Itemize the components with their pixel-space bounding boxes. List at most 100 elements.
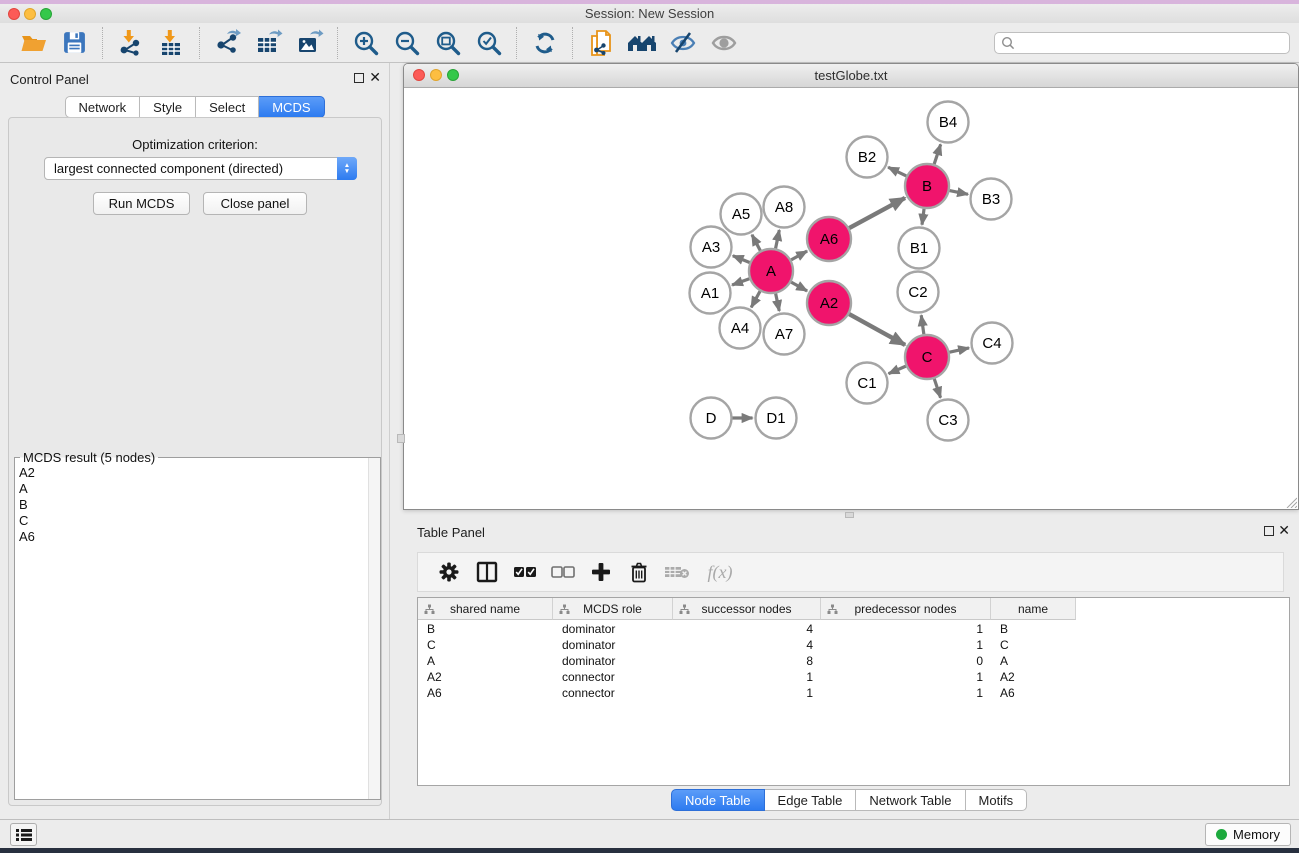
delete-table-button[interactable] xyxy=(658,554,696,590)
graph-node-C[interactable]: C xyxy=(905,335,949,379)
table-row[interactable]: Bdominator41B xyxy=(418,621,1289,637)
close-panel-button[interactable]: Close panel xyxy=(203,192,307,215)
mcds-result-item[interactable]: A xyxy=(19,481,366,497)
network-window-titlebar[interactable]: testGlobe.txt xyxy=(404,64,1298,88)
cell-name[interactable]: A xyxy=(991,654,1076,668)
float-table-panel-icon[interactable] xyxy=(1264,526,1274,536)
graph-node-B4[interactable]: B4 xyxy=(928,102,969,143)
table-row[interactable]: A6connector11A6 xyxy=(418,685,1289,701)
graph-node-A2[interactable]: A2 xyxy=(807,281,851,325)
main-titlebar[interactable]: Session: New Session xyxy=(0,4,1299,23)
memory-button[interactable]: Memory xyxy=(1205,823,1291,846)
graph-edge-C-C2[interactable] xyxy=(921,315,924,334)
show-all-button[interactable] xyxy=(703,25,744,61)
graph-edge-B-B2[interactable] xyxy=(888,167,906,176)
cell-shared_name[interactable]: B xyxy=(418,622,553,636)
graph-node-D[interactable]: D xyxy=(691,398,732,439)
mcds-result-item[interactable]: A6 xyxy=(19,529,366,545)
graph-edge-C-C1[interactable] xyxy=(889,366,906,374)
graph-node-A8[interactable]: A8 xyxy=(764,187,805,228)
function-builder-button[interactable]: f(x) xyxy=(696,554,744,590)
tab-edge-table[interactable]: Edge Table xyxy=(765,789,857,811)
mcds-result-item[interactable]: B xyxy=(19,497,366,513)
tab-style[interactable]: Style xyxy=(140,96,196,118)
save-session-button[interactable] xyxy=(54,25,95,61)
mcds-result-list[interactable]: A2ABCA6 xyxy=(19,465,366,545)
zoom-fit-button[interactable] xyxy=(427,25,468,61)
zoom-selected-button[interactable] xyxy=(468,25,509,61)
graph-node-C3[interactable]: C3 xyxy=(928,400,969,441)
graph-edge-A-A8[interactable] xyxy=(776,230,780,248)
select-all-columns-button[interactable] xyxy=(506,554,544,590)
cell-successor_nodes[interactable]: 4 xyxy=(673,622,821,636)
mcds-result-item[interactable]: A2 xyxy=(19,465,366,481)
unselect-all-columns-button[interactable] xyxy=(544,554,582,590)
new-network-from-selection-button[interactable] xyxy=(580,25,621,61)
add-column-button[interactable] xyxy=(582,554,620,590)
table-row[interactable]: A2connector11A2 xyxy=(418,669,1289,685)
column-header-name[interactable]: name xyxy=(991,598,1076,620)
tab-mcds[interactable]: MCDS xyxy=(259,96,324,118)
cell-shared_name[interactable]: A xyxy=(418,654,553,668)
cell-successor_nodes[interactable]: 1 xyxy=(673,670,821,684)
cell-shared_name[interactable]: A2 xyxy=(418,670,553,684)
cell-name[interactable]: A6 xyxy=(991,686,1076,700)
graph-node-A5[interactable]: A5 xyxy=(721,194,762,235)
tab-network-table[interactable]: Network Table xyxy=(856,789,965,811)
delete-columns-button[interactable] xyxy=(620,554,658,590)
network-graph[interactable]: B4B2BB3A5A8A6B1A3AA1C2A2A4A7C4CC1C3DD1 xyxy=(404,88,1298,509)
resize-grip-icon[interactable] xyxy=(1284,495,1297,508)
graph-node-A[interactable]: A xyxy=(749,249,793,293)
float-panel-icon[interactable] xyxy=(354,73,364,83)
search-input[interactable] xyxy=(1015,34,1289,52)
graph-edge-B-B3[interactable] xyxy=(950,191,968,195)
cell-name[interactable]: A2 xyxy=(991,670,1076,684)
cell-name[interactable]: B xyxy=(991,622,1076,636)
cell-mcds_role[interactable]: dominator xyxy=(553,654,673,668)
table-row[interactable]: Adominator80A xyxy=(418,653,1289,669)
export-image-button[interactable] xyxy=(289,25,330,61)
network-canvas[interactable]: B4B2BB3A5A8A6B1A3AA1C2A2A4A7C4CC1C3DD1 xyxy=(404,88,1298,509)
open-session-button[interactable] xyxy=(13,25,54,61)
cell-shared_name[interactable]: C xyxy=(418,638,553,652)
cell-successor_nodes[interactable]: 1 xyxy=(673,686,821,700)
zoom-in-button[interactable] xyxy=(345,25,386,61)
graph-node-B3[interactable]: B3 xyxy=(971,179,1012,220)
graph-edge-A-A7[interactable] xyxy=(776,294,780,311)
graph-node-A7[interactable]: A7 xyxy=(764,314,805,355)
criterion-dropdown[interactable]: largest connected component (directed) ▲… xyxy=(44,157,357,180)
column-header-successor-nodes[interactable]: successor nodes xyxy=(673,598,821,620)
graph-node-C1[interactable]: C1 xyxy=(847,363,888,404)
tab-network[interactable]: Network xyxy=(64,96,140,118)
cell-successor_nodes[interactable]: 4 xyxy=(673,638,821,652)
graph-node-A3[interactable]: A3 xyxy=(691,227,732,268)
cell-predecessor_nodes[interactable]: 0 xyxy=(821,654,991,668)
cell-predecessor_nodes[interactable]: 1 xyxy=(821,638,991,652)
graph-node-B1[interactable]: B1 xyxy=(899,228,940,269)
close-table-panel-icon[interactable]: ✕ xyxy=(1278,523,1290,537)
cell-predecessor_nodes[interactable]: 1 xyxy=(821,686,991,700)
graph-edge-B-B4[interactable] xyxy=(934,144,941,164)
cell-predecessor_nodes[interactable]: 1 xyxy=(821,670,991,684)
graph-node-B[interactable]: B xyxy=(905,164,949,208)
graph-node-C4[interactable]: C4 xyxy=(972,323,1013,364)
tab-motifs[interactable]: Motifs xyxy=(966,789,1028,811)
import-network-button[interactable] xyxy=(110,25,151,61)
hide-selected-button[interactable] xyxy=(662,25,703,61)
run-mcds-button[interactable]: Run MCDS xyxy=(93,192,190,215)
table-row[interactable]: Cdominator41C xyxy=(418,637,1289,653)
search-field[interactable] xyxy=(994,32,1290,54)
close-panel-icon[interactable]: ✕ xyxy=(369,70,381,84)
refresh-network-button[interactable] xyxy=(524,25,565,61)
column-header-predecessor-nodes[interactable]: predecessor nodes xyxy=(821,598,991,620)
cell-name[interactable]: C xyxy=(991,638,1076,652)
splitter-handle[interactable] xyxy=(845,512,854,518)
graph-edge-C-C4[interactable] xyxy=(949,348,969,352)
graph-edge-A-A2[interactable] xyxy=(791,282,807,291)
graph-edge-A-A3[interactable] xyxy=(733,256,750,263)
cell-mcds_role[interactable]: connector xyxy=(553,670,673,684)
cell-mcds_role[interactable]: dominator xyxy=(553,622,673,636)
cell-successor_nodes[interactable]: 8 xyxy=(673,654,821,668)
graph-edge-A-A5[interactable] xyxy=(752,235,760,251)
graph-edge-B-B1[interactable] xyxy=(922,209,924,225)
